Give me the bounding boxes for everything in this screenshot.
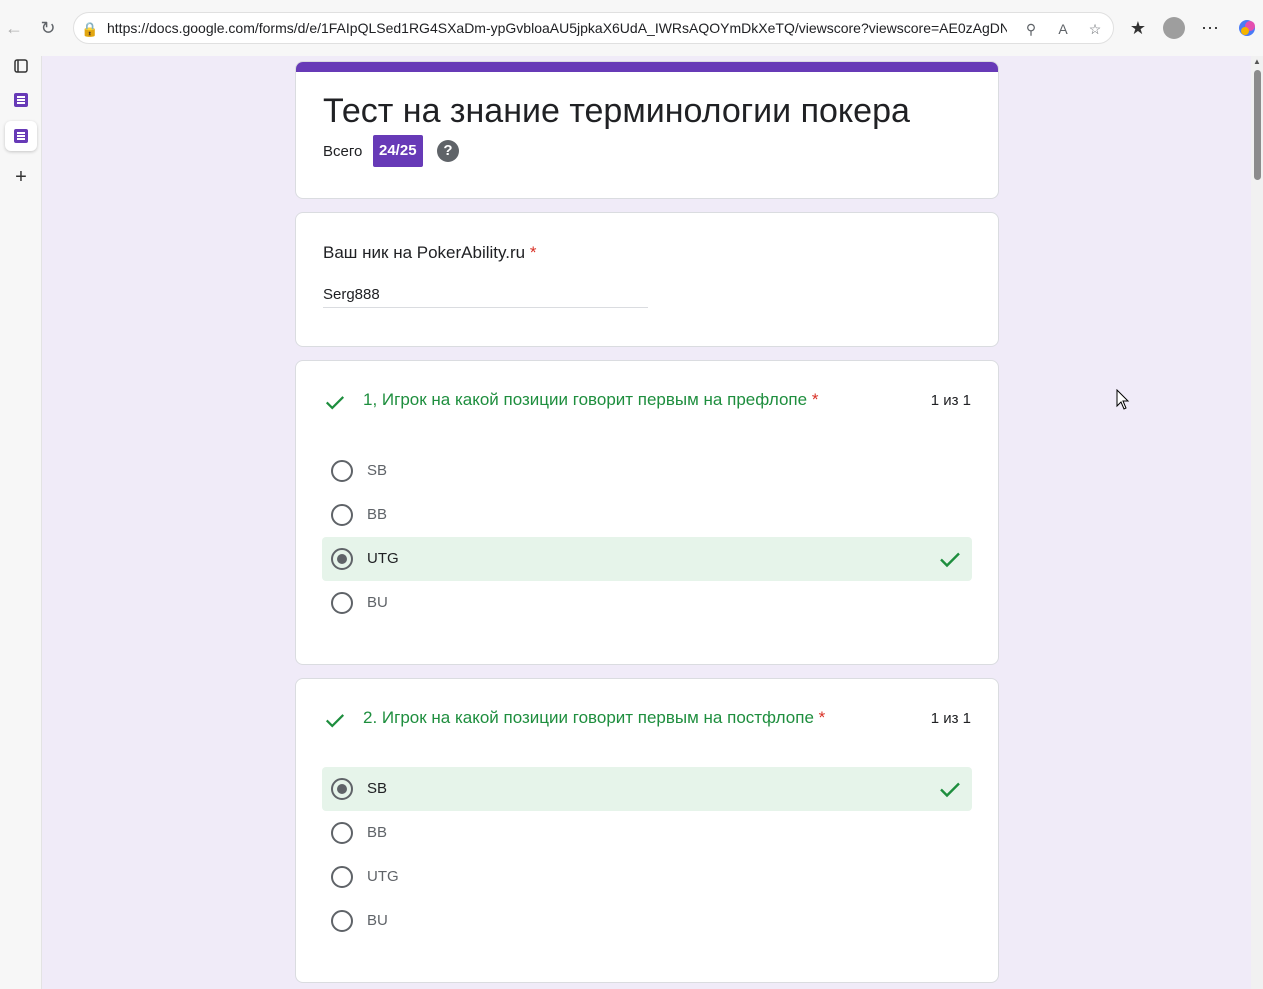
back-icon[interactable]: ←	[0, 14, 28, 42]
forms-tab-active-icon[interactable]	[5, 121, 37, 151]
radio-button	[331, 504, 353, 526]
radio-button	[331, 592, 353, 614]
site-info-icon[interactable]: 🔒	[80, 19, 100, 39]
option-utg-correct: UTG	[322, 537, 972, 581]
nickname-answer: Serg888	[323, 286, 648, 308]
option-sb-correct: SB	[322, 767, 972, 811]
question-title: 2. Игрок на какой позиции говорит первым…	[363, 708, 825, 728]
form-title: Тест на знание терминологии покера	[323, 92, 910, 130]
header-accent-band	[296, 62, 998, 72]
correct-check-icon	[325, 396, 345, 410]
question-score: 1 из 1	[930, 392, 971, 409]
scroll-up-icon[interactable]: ▲	[1253, 57, 1261, 66]
zoom-icon[interactable]: ⚲	[1021, 19, 1041, 39]
profile-avatar[interactable]	[1163, 17, 1185, 39]
more-menu-icon[interactable]: ⋯	[1196, 14, 1224, 42]
option-bb: BB	[322, 493, 972, 537]
radio-button	[331, 866, 353, 888]
required-asterisk: *	[811, 390, 819, 409]
reload-icon[interactable]: ↻	[34, 14, 62, 42]
option-label: BU	[367, 594, 388, 611]
radio-button	[331, 910, 353, 932]
option-label: SB	[367, 780, 388, 797]
radio-button	[331, 822, 353, 844]
tab-actions-icon[interactable]	[5, 51, 37, 81]
option-bu: BU	[322, 899, 972, 943]
address-bar[interactable]: 🔒 https://docs.google.com/forms/d/e/1FAI…	[73, 12, 1114, 44]
option-sb: SB	[322, 449, 972, 493]
forms-tab-icon[interactable]	[5, 85, 37, 115]
favorite-star-icon[interactable]: ☆	[1085, 19, 1105, 39]
radio-button	[331, 460, 353, 482]
correct-check-icon	[325, 714, 345, 728]
question-score: 1 из 1	[930, 710, 971, 727]
copilot-icon[interactable]	[1233, 14, 1261, 42]
question-card-2: 2. Игрок на какой позиции говорит первым…	[295, 678, 999, 983]
question-title-text: 2. Игрок на какой позиции говорит первым…	[363, 708, 814, 727]
option-label: BB	[367, 506, 388, 523]
question-title-text: 1, Игрок на какой позиции говорит первым…	[363, 390, 808, 409]
option-label: UTG	[367, 550, 399, 567]
read-aloud-icon[interactable]: A	[1053, 19, 1073, 39]
help-icon[interactable]: ?	[437, 140, 459, 162]
new-tab-plus-icon[interactable]: +	[5, 162, 37, 192]
total-label: Всего	[323, 143, 363, 160]
nickname-card: Ваш ник на PokerAbility.ru * Serg888	[295, 212, 999, 347]
option-utg: UTG	[322, 855, 972, 899]
radio-button-selected	[331, 778, 353, 800]
radio-button-selected	[331, 548, 353, 570]
option-label: SB	[367, 462, 388, 479]
nickname-label-text: Ваш ник на PokerAbility.ru	[323, 243, 526, 262]
score-badge: 24/25	[373, 135, 423, 167]
question-title: 1, Игрок на какой позиции говорит первым…	[363, 390, 818, 410]
browser-toolbar: ← ↻ 🔒 https://docs.google.com/forms/d/e/…	[0, 0, 1263, 56]
favorites-icon[interactable]: ★	[1124, 14, 1152, 42]
correct-check-icon	[940, 552, 960, 568]
nickname-label: Ваш ник на PokerAbility.ru *	[323, 243, 536, 263]
option-bb: BB	[322, 811, 972, 855]
form-header-card: Тест на знание терминологии покера Всего…	[295, 61, 999, 199]
browser-sidebar: +	[0, 56, 42, 989]
option-label: BU	[367, 912, 388, 929]
question-card-1: 1, Игрок на какой позиции говорит первым…	[295, 360, 999, 665]
option-label: UTG	[367, 868, 399, 885]
correct-check-icon	[940, 782, 960, 798]
option-bu: BU	[322, 581, 972, 625]
scroll-thumb[interactable]	[1254, 70, 1261, 180]
required-asterisk: *	[529, 243, 537, 262]
option-label: BB	[367, 824, 388, 841]
page-scrollbar[interactable]	[1251, 56, 1263, 989]
mouse-cursor-icon	[1116, 389, 1130, 410]
required-asterisk: *	[818, 708, 826, 727]
url-text[interactable]: https://docs.google.com/forms/d/e/1FAIpQ…	[107, 20, 1007, 36]
